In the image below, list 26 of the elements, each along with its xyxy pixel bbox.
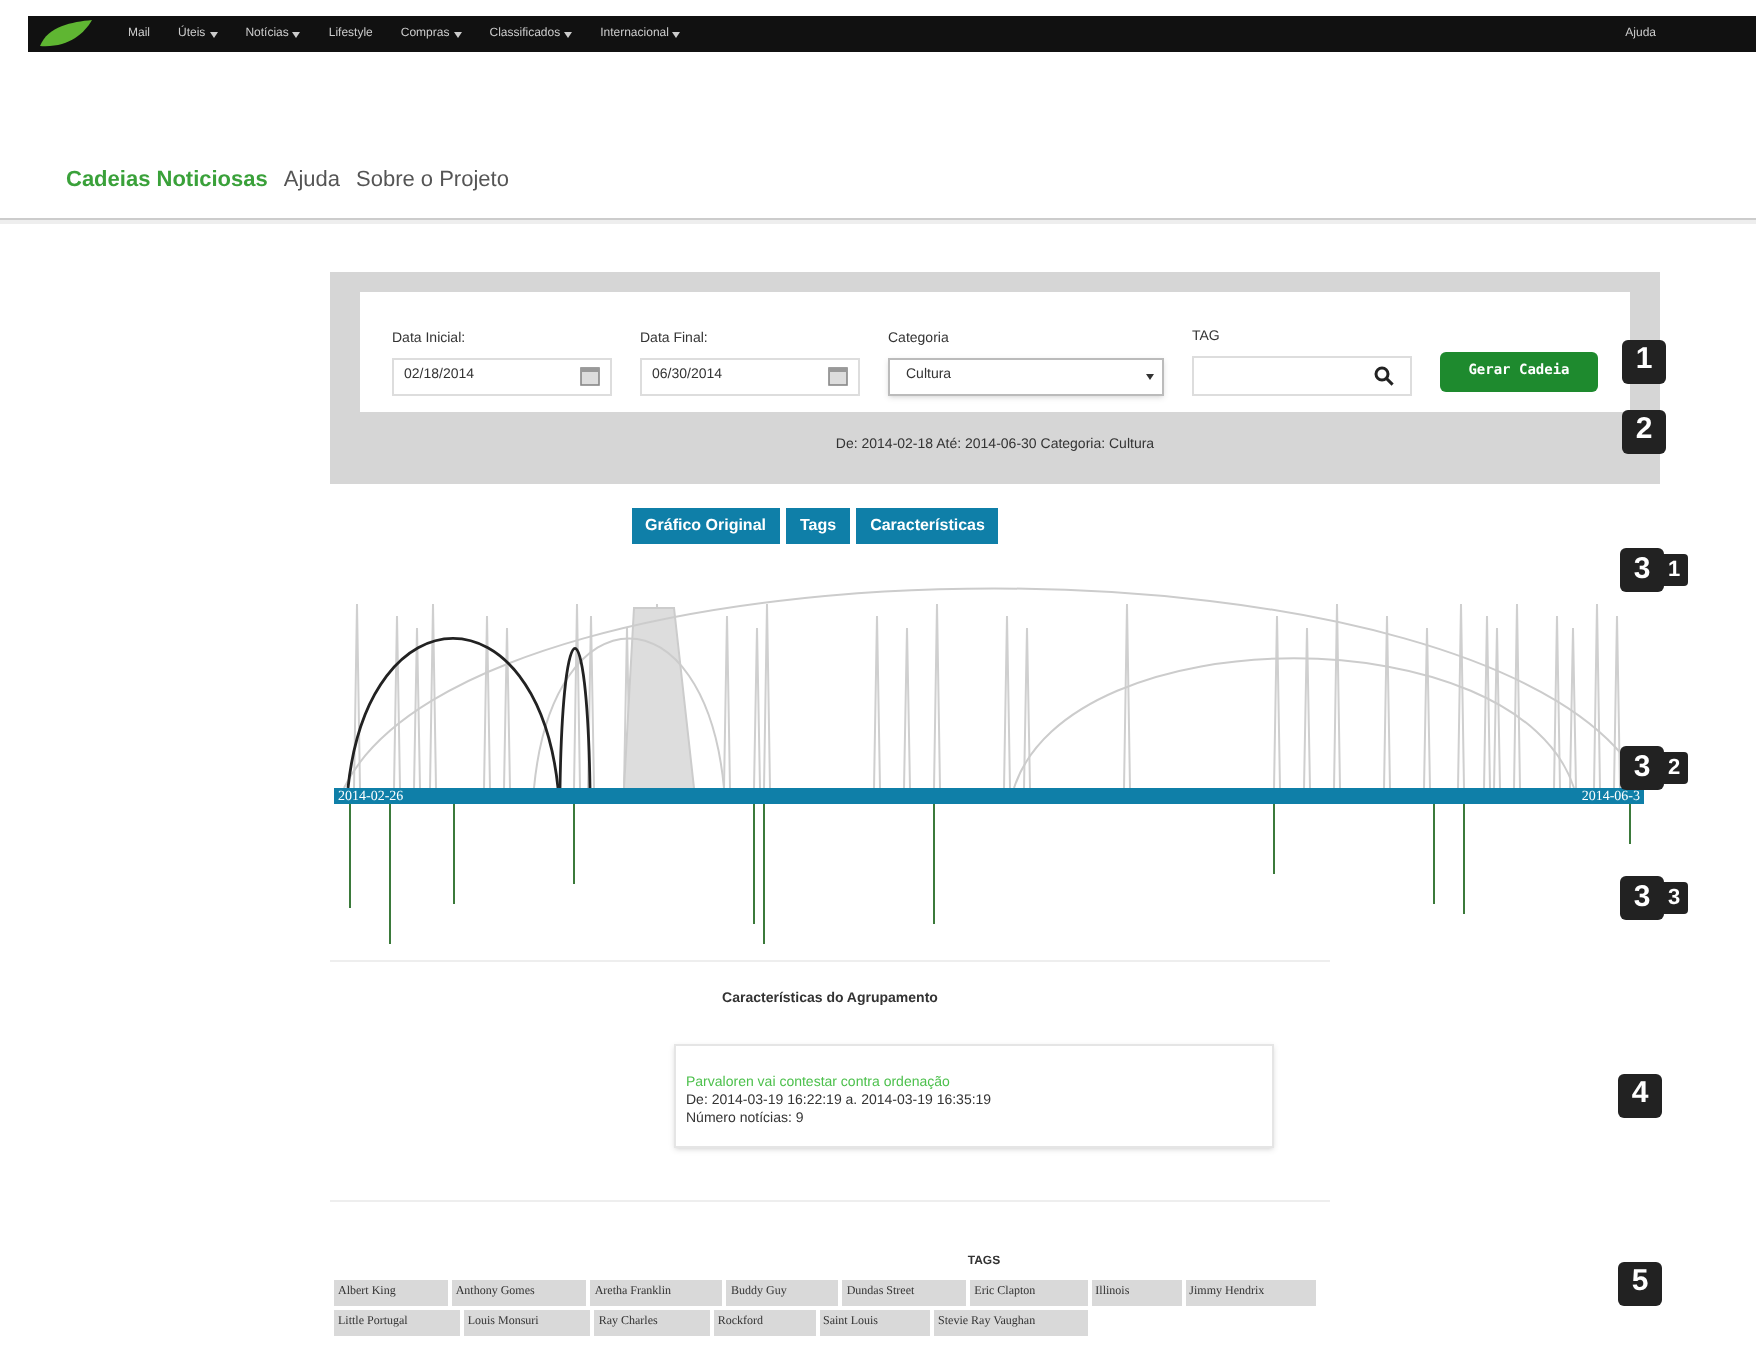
step-badge: 3 [1620,746,1664,790]
caret-icon [564,31,573,37]
tag-search-field[interactable] [1192,355,1412,395]
nav-link[interactable]: Sobre o Projeto [356,164,509,197]
step-badge: 3 [1620,548,1664,592]
leaf-logo-icon[interactable] [36,18,96,50]
caret-icon [292,31,301,37]
view-tab[interactable]: Características [856,508,999,544]
caret-icon [453,31,462,37]
view-tab[interactable]: Tags [786,508,851,544]
step-sub-badge: 3 [1660,882,1688,914]
calendar-icon[interactable] [580,366,600,386]
step-badge: 5 [1618,1261,1662,1305]
step-badge: 2 [1622,409,1666,453]
step-sub-badge: 2 [1660,752,1688,784]
caret-icon [672,31,681,37]
step-badge: 1 [1622,339,1666,383]
step-badge: 3 [1620,876,1664,920]
caret-icon [209,31,218,37]
search-icon[interactable] [1374,365,1394,385]
view-tab[interactable]: Gráfico Original [631,508,780,544]
step-sub-badge: 1 [1660,554,1688,586]
nav-link[interactable]: Ajuda [283,164,341,197]
caret-icon [1146,373,1154,379]
calendar-icon[interactable] [828,366,848,386]
step-badge: 4 [1618,1073,1662,1117]
